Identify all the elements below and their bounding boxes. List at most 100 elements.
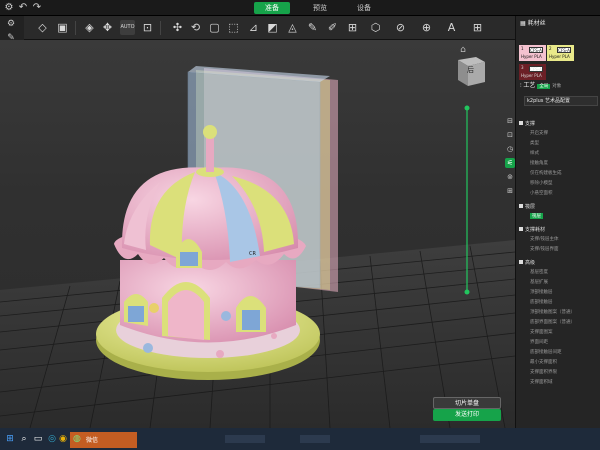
bed-label: CR <box>249 251 256 257</box>
wechat-label: 微信 <box>86 437 99 444</box>
section-title[interactable]: 支撑耗材 <box>525 226 545 233</box>
setting-item[interactable]: 最小支撑面积 <box>530 359 557 365</box>
setting-item[interactable]: 仅在构建板生成 <box>530 170 562 176</box>
setting-item[interactable]: 样式 <box>530 150 539 156</box>
scene-svg: CR <box>0 57 515 428</box>
auto-layout-icon[interactable]: AUTO <box>120 20 135 35</box>
3d-viewport[interactable]: CR ⌂ 后 切片单盘 发送打印 <box>0 40 515 428</box>
section-title[interactable]: 高级 <box>525 259 535 266</box>
support-icon[interactable]: ⚟ <box>505 158 515 168</box>
tray-area <box>420 435 480 443</box>
tab-device[interactable]: 设备 <box>346 2 382 14</box>
cut-icon[interactable]: ▢ <box>207 20 222 35</box>
right-settings-panel: ▦ 耗材丝 1 CFS-A Hyper PLA 2 CFS-A Hyper PL… <box>515 16 600 428</box>
view-cube-label: 后 <box>467 66 474 74</box>
setting-item[interactable]: 类型 <box>530 140 539 146</box>
chrome-icon[interactable]: ◉ <box>57 433 69 445</box>
drill-icon[interactable]: ⊘ <box>393 20 408 35</box>
process-tag-global[interactable]: 全局 <box>537 84 551 89</box>
setting-item[interactable]: 基层密度 <box>530 269 548 275</box>
filament-slot-2[interactable]: 2 CFS-A Hyper PLA <box>547 45 574 61</box>
speed-icon[interactable]: ◷ <box>505 144 515 154</box>
assembly-icon[interactable]: ⊕ <box>419 20 434 35</box>
section-marker <box>519 204 523 208</box>
wechat-taskbar-app[interactable]: ◍ 微信 <box>70 432 137 448</box>
slot-number: 3 <box>521 65 524 70</box>
setting-item[interactable]: 筏层 <box>530 213 543 219</box>
setting-item[interactable]: 开启支撑 <box>530 130 548 136</box>
tray-area <box>225 435 265 443</box>
move-icon[interactable]: ✥ <box>100 20 115 35</box>
slot-material: Hyper PLA <box>521 54 542 59</box>
setting-item[interactable]: 支撑面积域 <box>530 379 553 385</box>
setting-item[interactable]: 接触角度 <box>530 160 548 166</box>
layout-icon[interactable]: ⟲ <box>188 20 203 35</box>
split-icon[interactable]: ⊿ <box>246 20 261 35</box>
setting-item[interactable]: 小悬空面积 <box>530 190 553 196</box>
cube-add-icon[interactable]: ◇ <box>35 20 50 35</box>
setting-item[interactable]: 界面间距 <box>530 339 548 345</box>
setting-item[interactable]: 支撑/筏层界面 <box>530 246 559 252</box>
setting-item[interactable]: 移除小模型 <box>530 180 553 186</box>
hollow-icon[interactable]: ⬡ <box>368 20 383 35</box>
setting-item[interactable]: 支撑面积界限 <box>530 369 557 375</box>
rotate-icon[interactable]: ⊡ <box>140 20 155 35</box>
section-title[interactable]: 支撑 <box>525 120 535 127</box>
section-marker <box>519 227 523 231</box>
tab-prepare[interactable]: 准备 <box>254 2 290 14</box>
shell-icon[interactable]: ⊡ <box>505 130 515 140</box>
quality-icon[interactable]: ⊟ <box>505 116 515 126</box>
section-title[interactable]: 筏层 <box>525 203 535 210</box>
scale-icon[interactable]: ✣ <box>170 20 185 35</box>
filament-slot-3[interactable]: 3 CFS-A Hyper PLA <box>519 64 546 80</box>
lay-flat-icon[interactable]: ⬚ <box>226 20 241 35</box>
home-icon[interactable]: ⌂ <box>458 44 468 56</box>
task-view-icon[interactable]: ▭ <box>32 433 44 445</box>
slot-badge: CFS-A <box>529 47 543 53</box>
toolbar-divider <box>75 21 76 35</box>
process-header: ⫶ 工艺 全局 对象 <box>520 80 561 90</box>
slot-number: 1 <box>521 46 524 51</box>
object-list-icon[interactable]: ◈ <box>82 20 97 35</box>
redo-icon[interactable]: ↷ <box>31 2 43 14</box>
filament-icon: ▦ <box>520 20 528 27</box>
send-print-button[interactable]: 发送打印 <box>433 409 501 421</box>
setting-item[interactable]: 支撑面图案 <box>530 329 553 335</box>
other-icon[interactable]: ⊞ <box>505 186 515 196</box>
main-toolbar: ◇ ▣ ◈ ✥ AUTO ⊡ ✣ ⟲ ▢ ⬚ ⊿ ◩ ◬ ✎ ✐ ⊞ ⬡ ⊘ ⊕… <box>0 16 515 40</box>
setting-item[interactable]: 顶部接触层 <box>530 289 553 295</box>
text-icon[interactable]: A <box>444 20 459 35</box>
paint-icon[interactable]: ✐ <box>325 20 340 35</box>
mesh-icon[interactable]: ◩ <box>265 20 280 35</box>
slice-single-button[interactable]: 切片单盘 <box>433 397 501 409</box>
slot-material: Hyper PLA <box>521 73 542 78</box>
search-icon[interactable]: ⌕ <box>18 433 30 445</box>
multi-material-icon[interactable]: ⊚ <box>505 172 515 182</box>
support-paint-icon[interactable]: ✎ <box>305 20 320 35</box>
setting-item[interactable]: 顶部接触图案（普通） <box>530 309 575 315</box>
arrange-icon[interactable]: ⊞ <box>470 20 485 35</box>
filament-title-text: 耗材丝 <box>527 20 546 27</box>
process-preset-select[interactable]: k2plus 艺术品配置 <box>524 96 598 106</box>
slot-badge: CFS-A <box>557 47 571 53</box>
setting-item[interactable]: 基层扩展 <box>530 279 548 285</box>
windows-start-icon[interactable]: ⊞ <box>4 433 16 445</box>
settings-icon[interactable]: ⚙ <box>4 18 18 30</box>
setting-item[interactable]: 底部界面图案（普通） <box>530 319 575 325</box>
filament-title: ▦ 耗材丝 <box>520 18 546 27</box>
settings-icon[interactable]: ⚙ <box>3 2 15 14</box>
measure-icon[interactable]: ⊞ <box>345 20 360 35</box>
filament-slot-1[interactable]: 1 CFS-A Hyper PLA <box>519 45 546 61</box>
process-tag-object[interactable]: 对象 <box>552 84 561 89</box>
setting-item[interactable]: 支撑/筏层主体 <box>530 236 559 242</box>
setting-item[interactable]: 底部接触层间距 <box>530 349 562 355</box>
setting-item[interactable]: 底部接触层 <box>530 299 553 305</box>
slot-number: 2 <box>549 46 552 51</box>
slot-material: Hyper PLA <box>549 54 570 59</box>
tab-preview[interactable]: 预览 <box>302 2 338 14</box>
seam-icon[interactable]: ◬ <box>285 20 300 35</box>
os-taskbar: ⊞ ⌕ ▭ ◎ ◉ ◍ 微信 <box>0 428 600 450</box>
undo-icon[interactable]: ↶ <box>17 2 29 14</box>
save-icon[interactable]: ▣ <box>55 20 70 35</box>
auto-label: AUTO <box>120 24 135 30</box>
